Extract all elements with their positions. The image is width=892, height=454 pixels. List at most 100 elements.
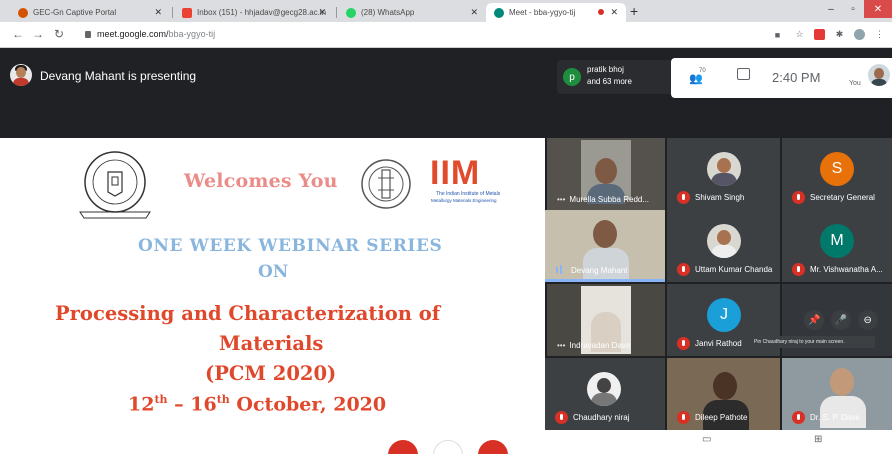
video-feed [581, 140, 631, 204]
star-icon[interactable]: ☆ [794, 29, 805, 40]
iim-seal-logo [361, 159, 411, 209]
camera-toggle-button[interactable] [478, 440, 508, 454]
avatar: S [820, 152, 854, 186]
participant-tile[interactable]: M Mr. Vishwanatha A... [782, 210, 892, 282]
globe-icon [18, 7, 28, 18]
menu-icon[interactable]: ⋮ [874, 29, 885, 40]
meeting-control-bar: ▭ ⊞ [0, 430, 892, 454]
iim-subtitle-2: Metallurgy Materials Engineering [431, 198, 497, 203]
avatar [10, 64, 32, 86]
puzzle-icon[interactable]: ✱ [834, 29, 845, 40]
captions-icon[interactable]: ▭ [702, 434, 711, 445]
mic-off-icon [677, 263, 690, 276]
more-options-icon[interactable]: ••• [557, 341, 565, 350]
lock-icon [85, 31, 91, 38]
title-line-2: Materials [219, 332, 324, 355]
window-close-button[interactable]: ✕ [864, 0, 892, 18]
participant-count: 70 [699, 68, 706, 74]
participant-tile[interactable]: Dr. S. P. Dave [782, 358, 892, 430]
gmail-icon [182, 7, 192, 18]
reload-icon[interactable]: ↻ [54, 27, 64, 41]
address-bar: ← → ↻ meet.google.com/bba-ygyo-tij ■ ☆ ✱… [0, 22, 892, 48]
participant-tile[interactable]: Uttam Kumar Chanda [667, 210, 780, 282]
chat-icon[interactable] [737, 68, 750, 80]
minimize-button[interactable]: – [820, 0, 842, 18]
profile-icon[interactable] [854, 29, 865, 40]
close-icon[interactable]: ✕ [610, 7, 618, 18]
speaking-icon [555, 264, 567, 276]
participant-tile[interactable]: ••• Murella Subba Redd... [547, 138, 665, 210]
meeting-info-bar: 👥 70 2:40 PM You [671, 58, 892, 98]
you-label: You [849, 80, 861, 87]
url-field[interactable]: meet.google.com/bba-ygyo-tij [97, 29, 215, 39]
close-icon[interactable]: ✕ [318, 7, 326, 18]
event-dates: 12th – 16th October, 2020 [128, 393, 387, 416]
series-heading: ONE WEEK WEBINAR SERIES [138, 236, 443, 256]
avatar [587, 372, 621, 406]
whatsapp-icon [346, 7, 356, 18]
camera-icon[interactable]: ■ [772, 29, 783, 40]
participant-tile[interactable]: Shivam Singh [667, 138, 780, 210]
presenting-label: Devang Mahant is presenting [40, 69, 197, 83]
avatar: J [707, 298, 741, 332]
participant-tile[interactable]: ••• Indravadan Dave [547, 284, 665, 356]
browser-tab-strip: GEC-Gn Captive Portal ✕ Inbox (151) - hh… [0, 0, 892, 22]
tab-whatsapp[interactable]: (28) WhatsApp ✕ [338, 3, 486, 22]
iim-logo-text: IIM [430, 154, 481, 192]
participant-name: pratik bhoj [587, 65, 624, 74]
avatar: p [563, 68, 581, 86]
college-seal-logo [79, 151, 151, 219]
speaking-indicator [545, 279, 665, 282]
pin-tooltip: Pin Chaudhary niraj to your main screen. [750, 336, 875, 348]
mic-off-icon [792, 411, 805, 424]
mic-off-icon [677, 191, 690, 204]
mic-off-icon [677, 411, 690, 424]
participant-tile[interactable]: S Secretary General [782, 138, 892, 210]
presentation-slide: Welcomes You IIM The Indian Institute of… [0, 138, 545, 430]
avatar: M [820, 224, 854, 258]
tab-title: Meet - bba-ygyo-tij [509, 8, 576, 17]
mic-off-icon [792, 191, 805, 204]
tab-captive-portal[interactable]: GEC-Gn Captive Portal ✕ [10, 3, 170, 22]
mic-off-icon [677, 337, 690, 350]
meet-top-controls: p pratik bhoj and 63 more 👥 70 2:40 PM Y… [545, 48, 892, 138]
recording-dot-icon [598, 9, 604, 15]
remove-icon[interactable]: ⊖ [857, 310, 878, 330]
tab-meet[interactable]: Meet - bba-ygyo-tij ✕ [486, 3, 626, 22]
iim-subtitle: The Indian Institute of Metals [436, 191, 501, 197]
tab-title: Inbox (151) - hhjadav@gecg28.ac.in [197, 8, 327, 17]
mic-off-icon [555, 411, 568, 424]
forward-icon[interactable]: → [32, 27, 44, 41]
participant-grid: ••• Murella Subba Redd... Shivam Singh S … [545, 138, 892, 430]
participant-more: and 63 more [587, 77, 632, 86]
tile-hover-actions: 📌 🎤 ⊖ [801, 308, 881, 332]
mute-icon[interactable]: 🎤 [830, 310, 851, 330]
present-icon[interactable]: ⊞ [814, 434, 822, 445]
maximize-button[interactable]: ▫ [842, 0, 864, 18]
tab-title: GEC-Gn Captive Portal [33, 8, 117, 17]
meet-icon [494, 7, 504, 18]
back-icon[interactable]: ← [12, 27, 24, 41]
on-text: ON [258, 262, 289, 282]
mic-off-icon [792, 263, 805, 276]
participants-pill[interactable]: p pratik bhoj and 63 more [557, 60, 679, 94]
participant-tile[interactable]: Dileep Pathote [667, 358, 780, 430]
welcome-text: Welcomes You [184, 170, 338, 192]
title-line-1: Processing and Characterization of [55, 302, 441, 325]
title-line-3: (PCM 2020) [205, 362, 337, 385]
more-options-icon[interactable]: ••• [557, 195, 565, 204]
new-tab-button[interactable]: + [630, 3, 638, 19]
participant-tile[interactable]: Chaudhary niraj [545, 358, 665, 430]
avatar [707, 224, 741, 258]
tab-gmail[interactable]: Inbox (151) - hhjadav@gecg28.ac.in ✕ [174, 3, 334, 22]
pin-icon[interactable]: 📌 [804, 310, 825, 330]
participant-tile[interactable]: Devang Mahant [545, 210, 665, 282]
self-avatar[interactable] [868, 64, 890, 86]
close-icon[interactable]: ✕ [154, 7, 162, 18]
clock: 2:40 PM [772, 70, 821, 85]
extension-icon[interactable] [814, 29, 825, 40]
screen: GEC-Gn Captive Portal ✕ Inbox (151) - hh… [0, 0, 892, 454]
close-icon[interactable]: ✕ [470, 7, 478, 18]
leave-call-button[interactable] [433, 440, 463, 454]
mic-toggle-button[interactable] [388, 440, 418, 454]
